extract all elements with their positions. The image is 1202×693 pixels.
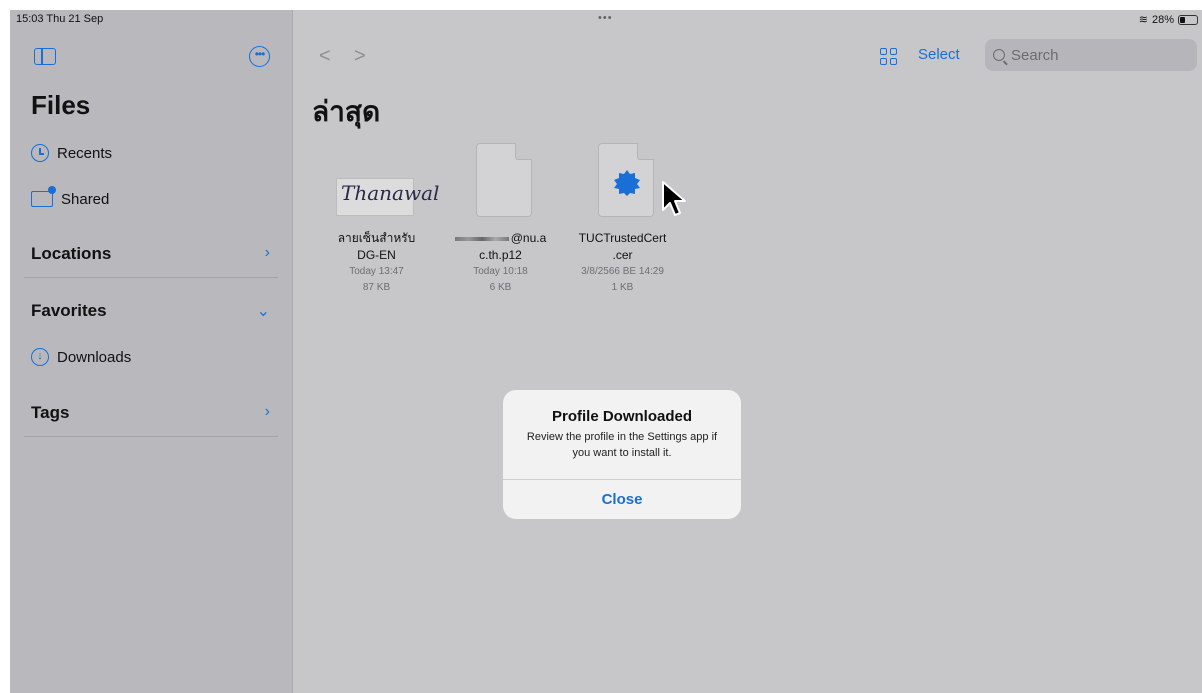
signature-text: Thanawal: [341, 181, 440, 205]
file-name: @nu.a: [443, 230, 558, 247]
file-size: 1 KB: [611, 282, 634, 293]
back-button[interactable]: <: [319, 45, 331, 68]
multitasking-dots-icon[interactable]: •••: [598, 12, 613, 24]
alert-dialog: Profile Downloaded Review the profile in…: [503, 390, 741, 519]
file-date: Today 13:47: [349, 266, 404, 277]
sidebar-item-downloads[interactable]: ↓ Downloads: [31, 345, 131, 369]
certificate-badge-icon: [614, 170, 640, 196]
ipad-screen: 15:03 Thu 21 Sep ••• Files Recents Share…: [10, 10, 1202, 693]
main-content: ••• ≋ 28% < > Select ล่าสุด Thanawal ลาย…: [293, 10, 1202, 693]
sidebar-item-recents[interactable]: Recents: [31, 141, 112, 165]
page-title: Files: [31, 90, 91, 120]
battery-icon: [1178, 14, 1198, 25]
section-label: Favorites: [31, 301, 107, 320]
select-button[interactable]: Select: [918, 46, 960, 63]
download-icon: ↓: [31, 348, 49, 366]
forward-button[interactable]: >: [354, 45, 366, 68]
mouse-pointer-icon: [662, 181, 686, 216]
close-button[interactable]: Close: [503, 480, 741, 519]
chevron-down-icon: ⌄: [256, 303, 270, 320]
file-item[interactable]: @nu.a c.th.p12 Today 10:18 6 KB: [443, 140, 558, 296]
section-favorites[interactable]: Favorites ⌄: [31, 301, 278, 321]
signature-image: Thanawal: [336, 178, 439, 216]
chevron-right-icon: ›: [264, 244, 270, 261]
document-icon: [476, 143, 532, 217]
clock-icon: [31, 144, 49, 162]
file-name-ext: .cer: [612, 248, 633, 262]
file-name: TUCTrustedCert: [578, 231, 667, 245]
sidebar-item-label: Shared: [61, 190, 110, 208]
file-thumbnail: Thanawal: [319, 140, 439, 222]
file-name-ext: c.th.p12: [479, 248, 522, 262]
search-icon: [993, 49, 1005, 61]
search-input[interactable]: [1011, 46, 1181, 64]
sidebar-item-label: Recents: [57, 144, 113, 162]
sidebar: 15:03 Thu 21 Sep ••• Files Recents Share…: [10, 10, 293, 693]
file-thumbnail: [443, 140, 558, 222]
file-date: Today 10:18: [473, 266, 528, 277]
sidebar-toggle-icon[interactable]: [34, 48, 56, 65]
chevron-right-icon: ›: [264, 403, 270, 420]
wifi-icon: ≋: [1138, 14, 1148, 26]
file-name-ext: DG-EN: [357, 248, 396, 262]
file-name: ลายเซ็นสำหรับ: [337, 231, 416, 245]
grid-view-icon[interactable]: [880, 48, 898, 66]
divider: [24, 277, 278, 278]
section-locations[interactable]: Locations ›: [31, 244, 278, 264]
shared-folder-icon: [31, 186, 56, 207]
dialog-message: Review the profile in the Settings app i…: [526, 431, 718, 459]
file-name-part: @nu.a: [510, 231, 547, 245]
redacted-text: [454, 236, 509, 241]
section-label: Tags: [31, 403, 70, 422]
status-indicators: ≋ 28%: [1139, 13, 1198, 26]
search-field[interactable]: [985, 39, 1197, 71]
file-date: 3/8/2566 BE 14:29: [581, 266, 664, 277]
sidebar-item-label: Downloads: [57, 348, 132, 366]
file-size: 87 KB: [362, 282, 391, 293]
divider: [24, 436, 278, 437]
file-size: 6 KB: [489, 282, 512, 293]
section-tags[interactable]: Tags ›: [31, 403, 278, 423]
folder-title: ล่าสุด: [312, 95, 381, 128]
more-options-icon[interactable]: •••: [249, 46, 270, 67]
section-label: Locations: [31, 244, 112, 263]
sidebar-item-shared[interactable]: Shared: [31, 186, 110, 211]
battery-percent: 28%: [1151, 13, 1174, 26]
file-item[interactable]: Thanawal ลายเซ็นสำหรับ DG-EN Today 13:47…: [319, 140, 439, 296]
status-time: 15:03 Thu 21 Sep: [16, 13, 104, 25]
dialog-title: Profile Downloaded: [551, 408, 692, 425]
